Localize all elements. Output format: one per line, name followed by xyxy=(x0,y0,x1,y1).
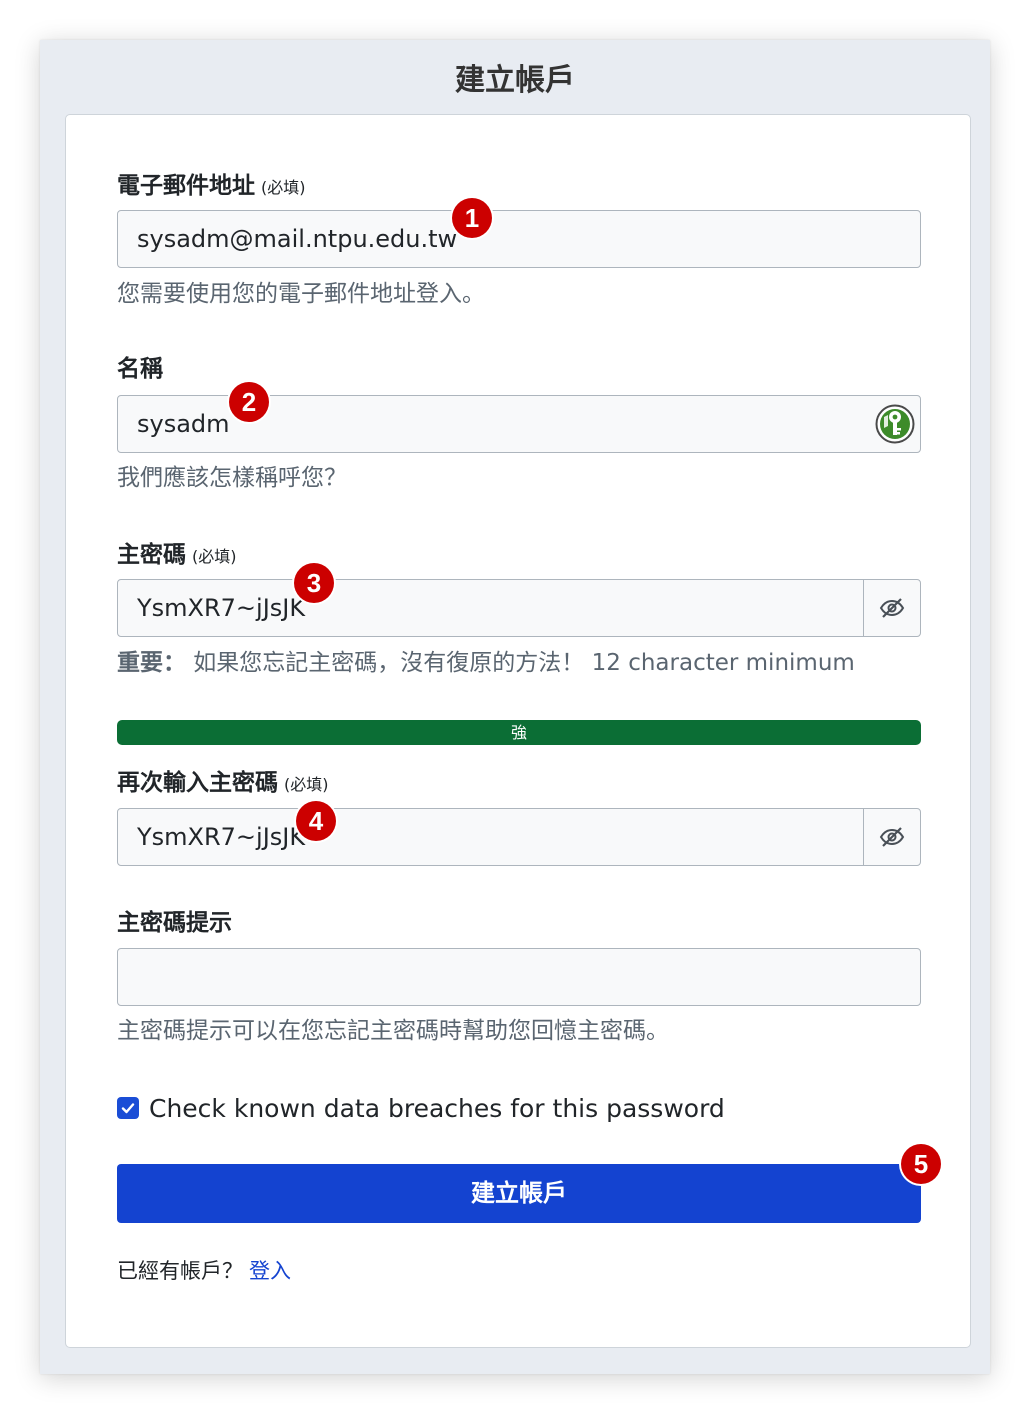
eye-slash-icon xyxy=(879,827,905,847)
checkmark-icon xyxy=(121,1103,135,1114)
window-title: 建立帳戶 xyxy=(455,63,575,98)
master-password-required-text: (必填) xyxy=(192,547,237,566)
step-badge-5: 5 xyxy=(901,1144,941,1184)
breach-check-checkbox[interactable] xyxy=(117,1097,139,1119)
breach-check-row: Check known data breaches for this passw… xyxy=(117,1092,725,1124)
master-password-help-important: 重要： xyxy=(117,650,186,676)
retype-password-value: YsmXR7~jJsJK xyxy=(137,823,306,851)
breach-check-label[interactable]: Check known data breaches for this passw… xyxy=(149,1094,725,1123)
toggle-retype-visibility-button[interactable] xyxy=(863,809,920,865)
name-value: sysadm xyxy=(137,410,230,438)
name-label: 名稱 xyxy=(117,354,163,384)
hint-label: 主密碼提示 xyxy=(117,908,232,938)
login-link[interactable]: 登入 xyxy=(249,1259,291,1283)
email-label: 電子郵件地址 (必填) xyxy=(117,171,306,203)
email-field[interactable]: sysadm@mail.ntpu.edu.tw xyxy=(117,210,921,268)
email-label-text: 電子郵件地址 xyxy=(117,173,255,199)
master-password-label-text: 主密碼 xyxy=(117,542,186,568)
create-account-button[interactable]: 建立帳戶 xyxy=(117,1164,921,1223)
hint-field[interactable] xyxy=(117,948,921,1006)
hint-help-text: 主密碼提示可以在您忘記主密碼時幫助您回憶主密碼。 xyxy=(117,1018,669,1044)
step-badge-2: 2 xyxy=(229,382,269,422)
toggle-password-visibility-button[interactable] xyxy=(863,580,920,636)
hint-label-text: 主密碼提示 xyxy=(117,910,232,936)
step-badge-3: 3 xyxy=(294,563,334,603)
password-strength-bar: 強 xyxy=(117,720,921,745)
step-badge-4: 4 xyxy=(296,801,336,841)
master-password-field[interactable]: YsmXR7~jJsJK xyxy=(117,579,921,637)
retype-password-field[interactable]: YsmXR7~jJsJK xyxy=(117,808,921,866)
master-password-label: 主密碼 (必填) xyxy=(117,540,237,572)
master-password-help-text: 如果您忘記主密碼，沒有復原的方法！ 12 character minimum xyxy=(186,650,855,676)
retype-password-required-text: (必填) xyxy=(284,775,329,794)
email-help-text: 您需要使用您的電子郵件地址登入。 xyxy=(117,281,485,307)
login-prompt-text: 已經有帳戶？ xyxy=(117,1259,243,1283)
email-required-text: (必填) xyxy=(261,178,306,197)
retype-password-label-text: 再次輸入主密碼 xyxy=(117,770,278,796)
login-prompt: 已經有帳戶？ 登入 xyxy=(117,1256,291,1286)
eye-slash-icon xyxy=(879,598,905,618)
master-password-help: 重要： 如果您忘記主密碼，沒有復原的方法！ 12 character minim… xyxy=(117,648,855,678)
master-password-value: YsmXR7~jJsJK xyxy=(137,594,306,622)
email-value: sysadm@mail.ntpu.edu.tw xyxy=(137,225,458,253)
step-badge-1: 1 xyxy=(452,198,492,238)
retype-password-label: 再次輸入主密碼 (必填) xyxy=(117,768,329,800)
name-help-text: 我們應該怎樣稱呼您？ xyxy=(117,465,347,491)
name-label-text: 名稱 xyxy=(117,356,163,382)
keepassxc-icon[interactable] xyxy=(875,404,915,444)
